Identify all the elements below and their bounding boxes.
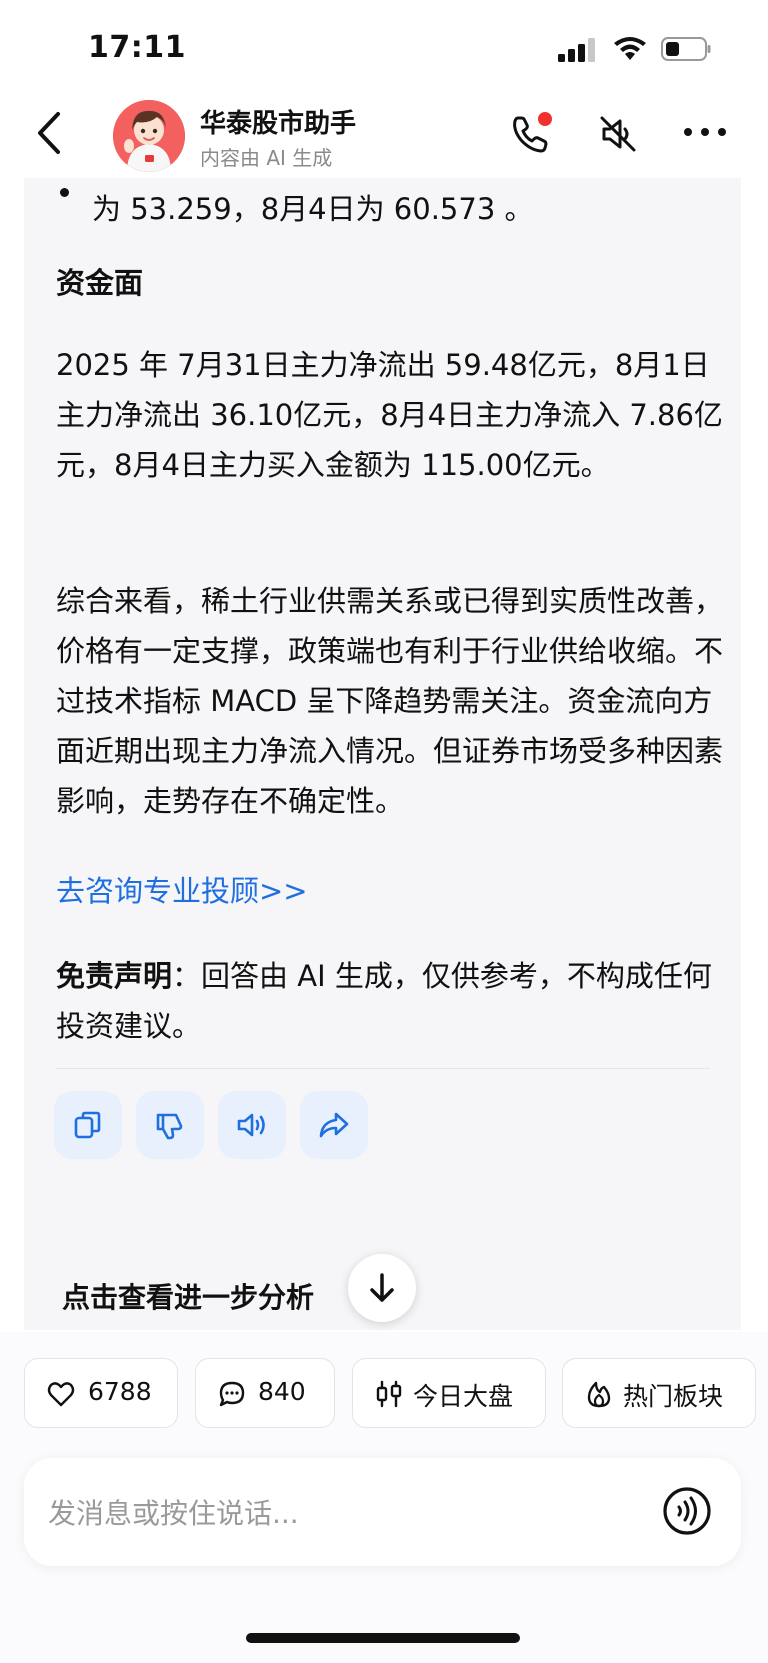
message-input-placeholder: 发消息或按住说话... [48, 1497, 299, 1530]
consult-advisor-link[interactable]: 去咨询专业投顾>> [56, 866, 726, 916]
ai-generated-label: 内容由 AI 生成 [200, 146, 333, 170]
home-indicator[interactable] [246, 1633, 520, 1643]
flame-icon [587, 1381, 611, 1408]
hot-sectors-label: 热门板块 [623, 1382, 724, 1411]
assistant-avatar-icon [113, 100, 185, 172]
like-chip[interactable]: 6788 [24, 1358, 178, 1428]
phone-call-icon[interactable] [508, 110, 556, 158]
arrow-down-icon [370, 1273, 394, 1302]
speaker-mute-icon[interactable] [596, 112, 640, 156]
battery-icon [661, 37, 711, 61]
candlestick-icon [376, 1380, 402, 1408]
message-input[interactable]: 发消息或按住说话... [24, 1458, 741, 1566]
rsi-bullet-text: 为 53.259，8月4日为 60.573 。 [92, 192, 534, 226]
wifi-icon [614, 37, 646, 60]
like-count: 6788 [88, 1377, 152, 1406]
chat-scroll-area[interactable]: RSI：2025年7月31日为55.404，8月1日 为 53.259，8月4日… [0, 178, 768, 1330]
voice-input-icon[interactable] [662, 1486, 712, 1536]
share-button[interactable] [300, 1091, 368, 1159]
status-bar: 17:11 [0, 0, 768, 90]
comment-chip[interactable]: 840 [195, 1358, 335, 1428]
today-market-label: 今日大盘 [413, 1382, 514, 1411]
copy-icon [74, 1111, 101, 1139]
section-title: 资金面 [56, 266, 144, 300]
scroll-to-bottom-button[interactable] [348, 1254, 416, 1322]
cellular-signal-icon [558, 38, 595, 62]
capital-flow-paragraph: 2025 年 7月31日主力净流出 59.48亿元，8月1日主力净流出 36.1… [56, 348, 723, 482]
share-icon [319, 1112, 349, 1138]
comment-icon [219, 1381, 245, 1407]
disclaimer-label: 免责声明 [56, 959, 173, 993]
divider [56, 1068, 710, 1069]
back-icon[interactable] [30, 110, 70, 156]
speaker-icon [237, 1113, 265, 1137]
summary-paragraph: 综合来看，稀土行业供需关系或已得到实质性改善，价格有一定支撑，政策端也有利于行业… [56, 584, 724, 818]
avatar[interactable] [113, 100, 185, 172]
today-market-chip[interactable]: 今日大盘 [352, 1358, 546, 1428]
thumbs-down-icon [156, 1113, 183, 1140]
dislike-button[interactable] [136, 1091, 204, 1159]
comment-count: 840 [258, 1377, 306, 1406]
bullet-dot [60, 188, 69, 197]
further-analysis-title: 点击查看进一步分析 [62, 1281, 315, 1314]
read-aloud-button[interactable] [218, 1091, 286, 1159]
heart-icon [47, 1382, 75, 1407]
bottom-panel: 6788 840 今日大盘 热门板块 发消息或按住说话... [0, 1332, 768, 1663]
answer-card: RSI：2025年7月31日为55.404，8月1日 为 53.259，8月4日… [24, 178, 741, 1330]
chat-header: 华泰股市助手 内容由 AI 生成 [0, 90, 768, 178]
disclaimer: 免责声明：回答由 AI 生成，仅供参考，不构成任何投资建议。 [56, 951, 726, 1051]
assistant-name: 华泰股市助手 [200, 109, 357, 139]
more-options-icon[interactable] [680, 120, 730, 144]
hot-sectors-chip[interactable]: 热门板块 [562, 1358, 756, 1428]
status-time: 17:11 [88, 30, 186, 65]
copy-button[interactable] [54, 1091, 122, 1159]
